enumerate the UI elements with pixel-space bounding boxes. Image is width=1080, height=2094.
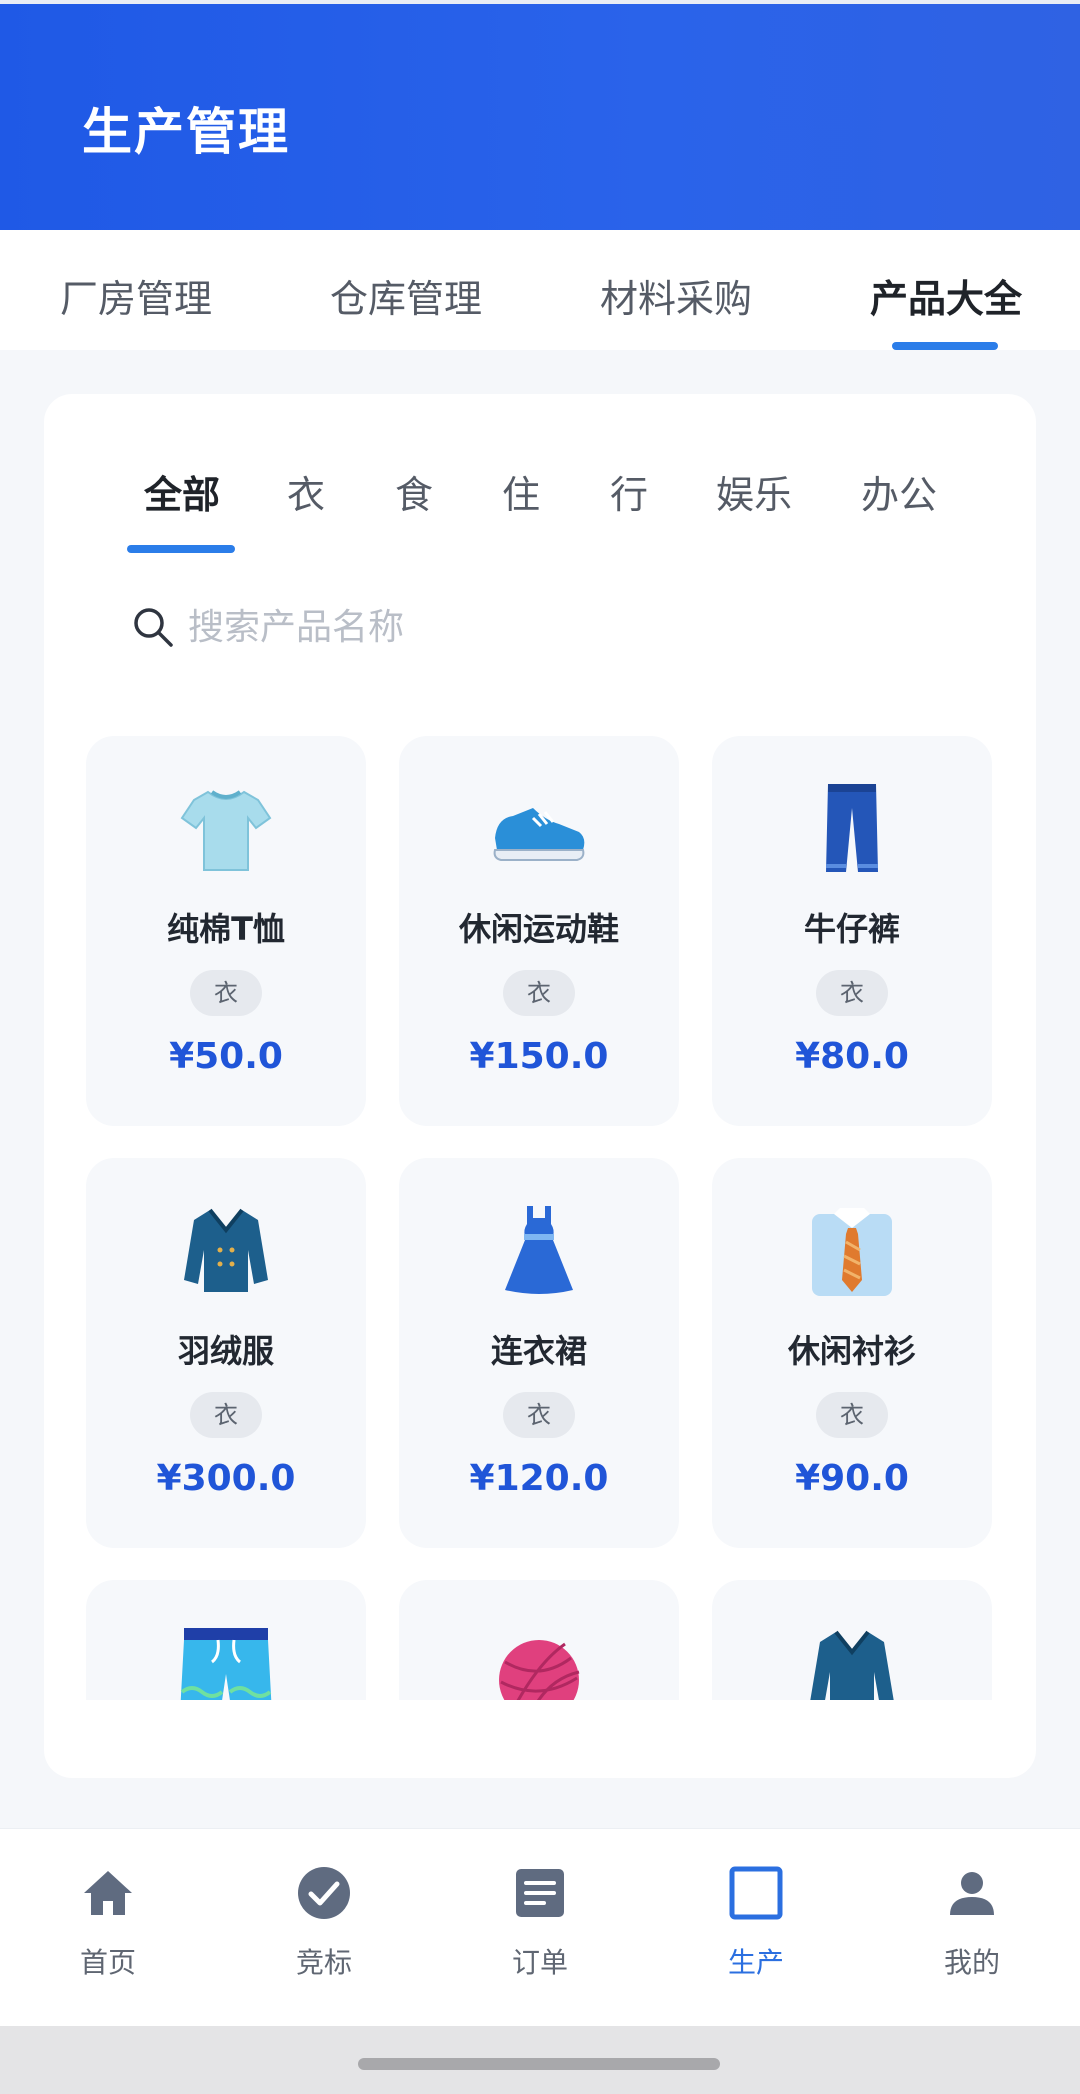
- product-price: ¥90.0: [795, 1458, 909, 1499]
- product-price: ¥300.0: [156, 1458, 296, 1499]
- tshirt-icon: [180, 790, 272, 871]
- product-price: ¥120.0: [469, 1458, 609, 1499]
- category-tag: 衣: [816, 1392, 888, 1438]
- person-icon: [950, 1872, 994, 1915]
- product-card[interactable]: 连衣裙 衣 ¥120.0: [399, 1158, 679, 1548]
- nav-orders[interactable]: 订单: [432, 1829, 648, 2027]
- product-price: ¥50.0: [169, 1036, 283, 1077]
- yarn-icon: [499, 1640, 580, 1700]
- category-tag: 衣: [503, 970, 575, 1016]
- square-icon: [729, 1866, 783, 1920]
- tab-warehouse[interactable]: 仓库管理: [330, 268, 482, 323]
- check-circle-icon: [298, 1867, 350, 1919]
- product-name: 纯棉T恤: [167, 910, 285, 948]
- category-transport[interactable]: 行: [610, 464, 648, 519]
- nav-bidding[interactable]: 竞标: [216, 1829, 432, 2027]
- product-card[interactable]: 纯棉T恤 衣 ¥50.0: [86, 736, 366, 1126]
- product-card[interactable]: 休闲衬衫 衣 ¥90.0: [712, 1158, 992, 1548]
- category-tag: 衣: [816, 970, 888, 1016]
- coat-icon: [810, 1630, 894, 1700]
- category-clothing[interactable]: 衣: [287, 464, 325, 519]
- shorts-icon: [180, 1628, 272, 1700]
- tab-factory[interactable]: 厂房管理: [60, 268, 212, 323]
- active-category-indicator: [127, 545, 235, 553]
- shirt-icon: [812, 1208, 892, 1296]
- nav-label: 竞标: [295, 1946, 352, 1979]
- product-card[interactable]: [399, 1580, 679, 1700]
- product-name: 羽绒服: [177, 1332, 274, 1370]
- jeans-icon: [826, 784, 878, 872]
- nav-label: 我的: [943, 1946, 1000, 1979]
- product-catalog-card: 全部 衣 食 住 行 娱乐 办公 纯棉T恤 衣 ¥50.0: [44, 394, 1036, 1778]
- search-icon: [134, 608, 173, 647]
- product-card[interactable]: 牛仔裤 衣 ¥80.0: [712, 736, 992, 1126]
- category-tag: 衣: [190, 970, 262, 1016]
- category-office[interactable]: 办公: [861, 464, 937, 519]
- coat-icon: [184, 1208, 268, 1292]
- nav-home[interactable]: 首页: [0, 1829, 216, 2027]
- search-bar: [130, 584, 950, 670]
- sneaker-icon: [493, 808, 585, 861]
- nav-label: 生产: [727, 1946, 784, 1979]
- product-name: 休闲运动鞋: [458, 910, 619, 948]
- category-tag: 衣: [503, 1392, 575, 1438]
- nav-profile[interactable]: 我的: [864, 1829, 1080, 2027]
- product-card[interactable]: [712, 1580, 992, 1700]
- page-title: 生产管理: [82, 103, 290, 161]
- app-header: 生产管理: [0, 0, 1080, 230]
- category-all[interactable]: 全部: [144, 464, 220, 519]
- bottom-navigation: 首页 竞标 订单 生产 我的: [0, 1828, 1080, 2026]
- product-name: 牛仔裤: [803, 910, 900, 948]
- tab-materials[interactable]: 材料采购: [600, 268, 752, 323]
- nav-label: 订单: [511, 1946, 568, 1979]
- nav-production[interactable]: 生产: [648, 1829, 864, 2027]
- category-food[interactable]: 食: [395, 464, 433, 519]
- system-gesture-area: [0, 2026, 1080, 2094]
- top-tab-bar: 厂房管理 仓库管理 材料采购 产品大全: [0, 230, 1080, 350]
- active-tab-indicator: [892, 342, 998, 350]
- product-card[interactable]: 休闲运动鞋 衣 ¥150.0: [399, 736, 679, 1126]
- product-name: 连衣裙: [490, 1332, 587, 1370]
- nav-label: 首页: [79, 1946, 136, 1979]
- category-entertainment[interactable]: 娱乐: [716, 464, 792, 519]
- search-input[interactable]: [188, 606, 888, 648]
- dress-icon: [505, 1206, 573, 1294]
- document-icon: [516, 1869, 564, 1917]
- home-icon: [84, 1871, 132, 1915]
- product-name: 休闲衬衫: [787, 1332, 916, 1370]
- category-tag: 衣: [190, 1392, 262, 1438]
- product-price: ¥150.0: [469, 1036, 609, 1077]
- app-screen: 生产管理 厂房管理 仓库管理 材料采购 产品大全 全部 衣 食 住 行 娱乐 办…: [0, 0, 1080, 2094]
- category-housing[interactable]: 住: [502, 464, 540, 519]
- product-card[interactable]: 羽绒服 衣 ¥300.0: [86, 1158, 366, 1548]
- home-indicator[interactable]: [358, 2058, 720, 2070]
- product-price: ¥80.0: [795, 1036, 909, 1077]
- product-card[interactable]: [86, 1580, 366, 1700]
- tab-products[interactable]: 产品大全: [870, 268, 1022, 323]
- product-grid: 纯棉T恤 衣 ¥50.0 休闲运动鞋 衣 ¥150.0 牛仔裤 衣 ¥80.0 …: [86, 736, 1006, 1700]
